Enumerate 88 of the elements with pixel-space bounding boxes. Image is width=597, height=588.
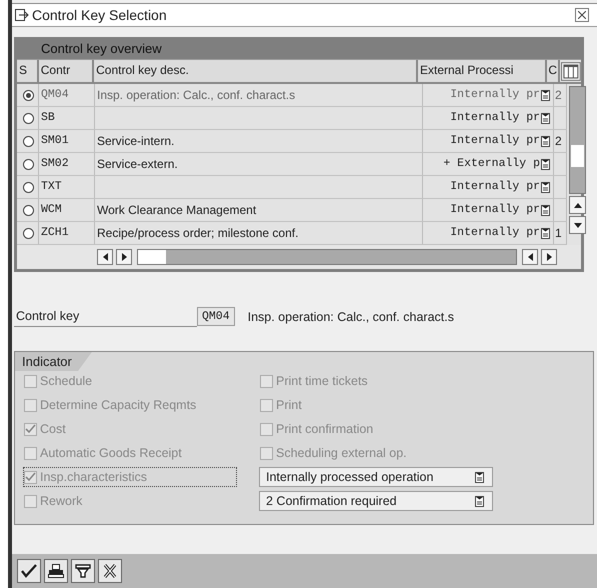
field-label: Control key	[14, 306, 197, 327]
dropdown-icon[interactable]	[541, 182, 550, 192]
checkbox-label: Scheduling external op.	[276, 446, 407, 460]
control-key-field[interactable]: QM04	[197, 307, 235, 326]
table-title: Control key overview	[40, 40, 163, 58]
table-cell: SB	[39, 107, 95, 129]
row-radio[interactable]	[23, 112, 34, 124]
column-header[interactable]: Control key desc.	[94, 60, 418, 82]
column-header[interactable]: External Processi	[418, 60, 548, 82]
triangle-right-icon	[546, 253, 552, 261]
triangle-left-icon	[528, 253, 532, 261]
dropdown-icon	[475, 472, 484, 482]
table-cell-text: Internally pr	[450, 110, 540, 126]
table-cell-text: Internally pr	[450, 87, 540, 103]
table-cell: Service-intern.	[95, 130, 423, 152]
table-cell: SM02	[39, 153, 95, 175]
filter-icon	[75, 564, 91, 578]
control-key-description: Insp. operation: Calc., conf. charact.s	[248, 310, 454, 324]
table-cell: QM04	[39, 84, 95, 106]
row-radio[interactable]	[23, 158, 34, 170]
table-cell: Insp. operation: Calc., conf. charact.s	[95, 84, 423, 106]
checkmark-icon	[21, 564, 37, 578]
scroll-left-button[interactable]	[97, 249, 113, 265]
triangle-right-icon	[122, 253, 126, 261]
checkbox-label: Print	[276, 398, 302, 412]
table-cell: Work Clearance Management	[95, 199, 423, 221]
scroll-down-button[interactable]	[569, 216, 586, 234]
triangle-left-icon	[102, 253, 108, 261]
triangle-up-icon	[574, 202, 582, 208]
triangle-down-icon	[574, 222, 582, 228]
window-icon	[15, 9, 29, 21]
table-cell: Recipe/process order; milestone conf.	[95, 222, 423, 244]
column-header[interactable]: S	[17, 60, 39, 82]
row-radio[interactable]	[23, 228, 34, 238]
horizontal-scrollbar[interactable]	[137, 249, 517, 265]
table-cell: 2	[554, 84, 567, 106]
table-cell-text: + Externally p	[443, 156, 540, 172]
scroll-right-button[interactable]	[541, 249, 557, 265]
checkbox-label: Insp.characteristics	[40, 470, 147, 484]
group-title: Indicator	[15, 352, 92, 371]
table-cell-text: Internally pr	[450, 202, 540, 218]
table-cell: 2	[554, 130, 567, 152]
dropdown-icon	[475, 496, 484, 506]
dropdown-icon[interactable]	[541, 112, 550, 124]
table-cell: WCM	[39, 199, 95, 221]
table-cell-text: Internally pr	[450, 225, 540, 241]
close-icon	[102, 564, 118, 578]
table-cell: 1	[554, 222, 567, 244]
checkbox-label: Print time tickets	[276, 374, 368, 388]
vertical-scrollbar[interactable]	[569, 86, 586, 194]
table-cell-text: Internally pr	[450, 179, 540, 195]
table-cell: ZCH1	[39, 222, 95, 244]
dropdown-icon[interactable]	[541, 158, 550, 170]
dropdown-field[interactable]: 2 Confirmation required	[259, 491, 493, 511]
close-button[interactable]	[575, 8, 589, 22]
column-header[interactable]: Contr	[38, 60, 94, 82]
scroll-thumb[interactable]	[138, 250, 166, 264]
checkbox-label: Schedule	[40, 374, 92, 388]
row-radio[interactable]	[23, 90, 34, 100]
print-button[interactable]	[44, 559, 68, 583]
table-cell-text: Internally pr	[450, 133, 540, 149]
dropdown-field[interactable]: Internally processed operation	[259, 467, 493, 487]
dropdown-icon[interactable]	[541, 204, 550, 216]
dropdown-icon[interactable]	[541, 136, 550, 146]
cancel-button[interactable]	[98, 559, 122, 583]
checkbox-label: Cost	[40, 422, 66, 436]
row-radio[interactable]	[23, 182, 34, 192]
checkbox-label: Rework	[40, 494, 82, 508]
dropdown-icon[interactable]	[541, 90, 550, 100]
column-header[interactable]: C	[547, 60, 560, 82]
printer-icon	[48, 564, 64, 578]
row-radio[interactable]	[23, 204, 34, 216]
scroll-thumb[interactable]	[571, 145, 584, 167]
checkbox-label: Automatic Goods Receipt	[40, 446, 182, 460]
dropdown-icon[interactable]	[541, 228, 550, 238]
row-radio[interactable]	[23, 136, 34, 146]
scroll-right-button[interactable]	[116, 249, 132, 265]
filter-button[interactable]	[71, 559, 95, 583]
checkbox-label: Print confirmation	[276, 422, 374, 436]
table-cell: SM01	[39, 130, 95, 152]
table-cell: Service-extern.	[95, 153, 423, 175]
confirm-button[interactable]	[17, 559, 41, 583]
column-settings-icon[interactable]	[561, 62, 582, 80]
scroll-left-button[interactable]	[522, 249, 538, 265]
table-cell: TXT	[39, 176, 95, 198]
checkbox-label: Determine Capacity Reqmts	[40, 398, 196, 412]
window-title: Control Key Selection	[32, 7, 168, 23]
scroll-up-button[interactable]	[569, 196, 586, 214]
